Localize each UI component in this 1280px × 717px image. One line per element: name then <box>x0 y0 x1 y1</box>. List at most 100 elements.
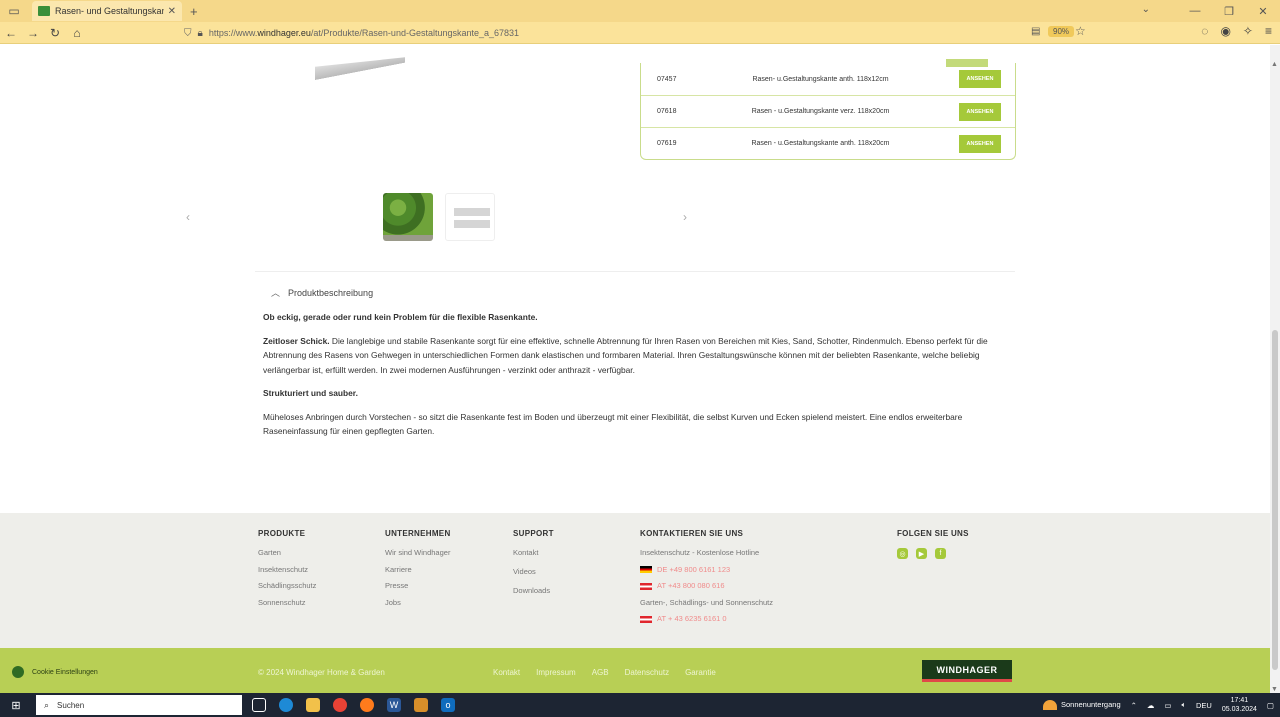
chrome-icon[interactable] <box>333 698 347 712</box>
language-indicator[interactable]: DEU <box>1196 701 1212 710</box>
gallery-prev-icon[interactable]: ‹ <box>186 210 190 224</box>
gallery-next-icon[interactable]: › <box>683 210 687 224</box>
variant-row: 07457 Rasen- u.Gestaltungskante anth. 118… <box>641 63 1015 95</box>
favicon-icon <box>38 6 50 16</box>
app-icon[interactable] <box>414 698 428 712</box>
close-window-icon[interactable]: ✕ <box>1246 5 1280 18</box>
tracking-shield-icon[interactable]: ⛉ <box>184 28 192 39</box>
windows-taskbar: ⊞ ⌕ Suchen W o Sonnenuntergang ⌃ ☁ ▭ 🔈︎ D… <box>0 693 1280 717</box>
footer-link[interactable]: Sonnenschutz <box>258 598 316 607</box>
footer-col-unternehmen: UNTERNEHMEN Wir sind Windhager Karriere … <box>385 529 451 614</box>
tray-chevron-icon[interactable]: ⌃ <box>1131 701 1137 710</box>
legal-link-garantie[interactable]: Garantie <box>685 668 716 677</box>
volume-icon[interactable]: 🔈︎ <box>1182 700 1187 710</box>
legal-link-datenschutz[interactable]: Datenschutz <box>625 668 669 677</box>
back-icon[interactable]: ← <box>0 26 22 40</box>
forward-icon[interactable]: → <box>22 26 44 40</box>
footer-link[interactable]: Schädlingsschutz <box>258 581 316 590</box>
variant-row: 07619 Rasen - u.Gestaltungskante anth. 11… <box>641 127 1015 159</box>
home-icon[interactable]: ⌂ <box>66 26 88 40</box>
task-view-icon[interactable] <box>252 698 266 712</box>
footer-bottom-bar: Cookie Einstellungen © 2024 Windhager Ho… <box>0 648 1270 693</box>
phone-de[interactable]: DE +49 800 6161 123 <box>640 565 773 574</box>
footer-link[interactable]: Insektenschutz <box>258 565 316 574</box>
maximize-icon[interactable]: ❐ <box>1212 5 1246 18</box>
gallery-thumbnail-edging[interactable] <box>445 193 495 241</box>
menu-icon[interactable]: ≡ <box>1265 24 1272 38</box>
footer-link[interactable]: Downloads <box>513 586 554 595</box>
firefox-icon[interactable] <box>360 698 374 712</box>
youtube-icon[interactable]: ▶ <box>916 548 927 559</box>
lock-icon[interactable]: 🔒︎ <box>198 28 203 39</box>
footer-link[interactable]: Karriere <box>385 565 451 574</box>
article-number: 07618 <box>657 108 677 115</box>
network-icon[interactable]: ▭ <box>1164 701 1171 710</box>
minimize-icon[interactable]: — <box>1178 5 1212 17</box>
cookie-settings-button[interactable]: Cookie Einstellungen <box>12 666 98 678</box>
flag-de-icon <box>640 566 652 574</box>
clock[interactable]: 17:41 05.03.2024 <box>1222 696 1257 714</box>
window-menu-icon[interactable]: ▭ <box>0 4 28 18</box>
gallery-thumbnail-garden[interactable] <box>383 193 433 241</box>
ansehen-button[interactable]: ANSEHEN <box>959 134 1001 153</box>
scrollbar-thumb[interactable] <box>1272 330 1278 670</box>
scroll-down-icon[interactable]: ▼ <box>1271 686 1278 693</box>
footer-link[interactable]: Garten <box>258 548 316 557</box>
legal-link-impressum[interactable]: Impressum <box>536 668 576 677</box>
scroll-up-icon[interactable]: ▲ <box>1271 61 1278 68</box>
browser-tab-bar: ▭ Rasen- und Gestaltungskante | W ✕ + ⌄ … <box>0 0 1280 22</box>
chevron-up-icon: ︿ <box>271 288 281 298</box>
ansehen-button[interactable]: ANSEHEN <box>959 70 1001 88</box>
legal-link-agb[interactable]: AGB <box>592 668 609 677</box>
phone-at[interactable]: AT +43 800 080 616 <box>640 581 773 590</box>
footer-link[interactable]: Jobs <box>385 598 451 607</box>
onedrive-icon[interactable]: ☁ <box>1147 701 1155 710</box>
pocket-icon[interactable]: ◌ <box>1201 24 1208 38</box>
tab-close-icon[interactable]: ✕ <box>168 6 176 17</box>
footer-link[interactable]: Kontakt <box>513 548 554 557</box>
footer-link[interactable]: Wir sind Windhager <box>385 548 451 557</box>
weather-widget[interactable]: Sonnenuntergang <box>1042 700 1121 710</box>
article-number: 07457 <box>657 75 677 83</box>
button-cell: ANSEHEN <box>945 134 1015 153</box>
url-bar[interactable]: ⛉ 🔒︎ https://www.windhager.eu/at/Produkt… <box>184 24 1094 42</box>
bookmark-star-icon[interactable]: ☆ <box>1075 24 1086 38</box>
variant-button-partial[interactable] <box>946 59 988 67</box>
taskbar-search[interactable]: ⌕ Suchen <box>36 695 242 715</box>
section-divider <box>255 271 1015 272</box>
footer-col-produkte: PRODUKTE Garten Insektenschutz Schädling… <box>258 529 316 614</box>
windows-start-icon[interactable]: ⊞ <box>4 699 28 712</box>
product-description-toggle[interactable]: ︿ Produktbeschreibung <box>271 286 373 299</box>
new-tab-button[interactable]: + <box>190 4 198 19</box>
footer-link[interactable]: Presse <box>385 581 451 590</box>
toolbar-icons: ◌ ◉ ✧ ≡ <box>1201 24 1272 38</box>
list-tabs-icon[interactable]: ⌄ <box>1142 4 1150 15</box>
extensions-icon[interactable]: ✧ <box>1243 24 1253 38</box>
legal-link-kontakt[interactable]: Kontakt <box>493 668 520 677</box>
file-explorer-icon[interactable] <box>306 698 320 712</box>
footer-col-support: SUPPORT Kontakt Videos Downloads <box>513 529 554 603</box>
toggle-label: Produktbeschreibung <box>288 288 374 298</box>
legal-links: Kontakt Impressum AGB Datenschutz Garant… <box>493 668 716 677</box>
ansehen-button[interactable]: ANSEHEN <box>959 102 1001 121</box>
windhager-logo[interactable]: WINDHAGER <box>922 660 1012 682</box>
window-controls: — ❐ ✕ <box>1178 0 1280 22</box>
instagram-icon[interactable]: ◎ <box>897 548 908 559</box>
notification-icon[interactable]: ▢ <box>1267 701 1274 710</box>
footer-heading: PRODUKTE <box>258 529 306 538</box>
outlook-icon[interactable]: o <box>441 698 455 712</box>
browser-tab[interactable]: Rasen- und Gestaltungskante | W ✕ <box>32 1 182 21</box>
footer-link[interactable]: Videos <box>513 567 554 576</box>
edge-icon[interactable] <box>279 698 293 712</box>
account-icon[interactable]: ◉ <box>1220 24 1230 38</box>
word-icon[interactable]: W <box>387 698 401 712</box>
reload-icon[interactable]: ↻ <box>44 26 66 40</box>
description-subheading: Strukturiert und sauber. <box>263 388 358 398</box>
facebook-icon[interactable]: f <box>935 548 946 559</box>
zoom-level[interactable]: 90% <box>1048 26 1075 37</box>
reader-mode-icon[interactable]: ▤ <box>1031 26 1040 37</box>
page-scrollbar[interactable]: ▲ ▼ <box>1270 45 1280 693</box>
cookie-icon <box>12 666 24 678</box>
description-heading: Ob eckig, gerade oder rund kein Problem … <box>263 312 538 322</box>
phone-at-garden[interactable]: AT + 43 6235 6161 0 <box>640 614 773 623</box>
